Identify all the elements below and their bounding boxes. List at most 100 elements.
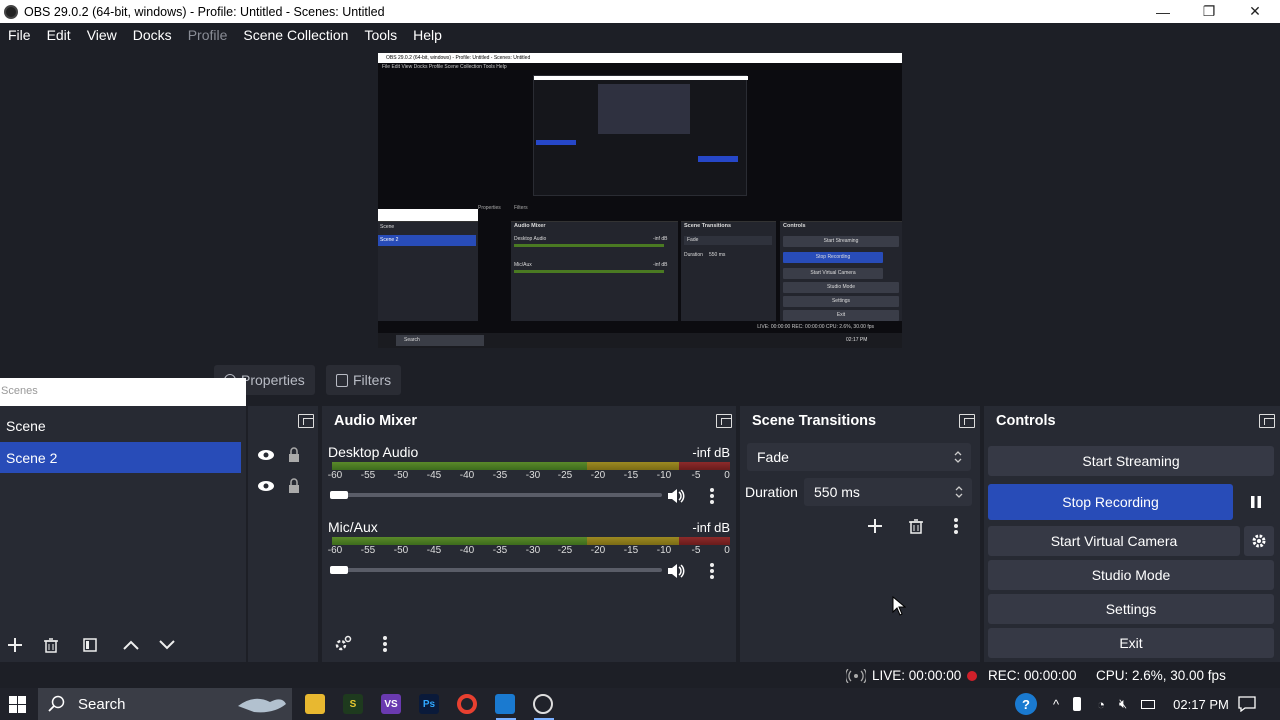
title-bar: OBS 29.0.2 (64-bit, windows) - Profile: … (0, 0, 1280, 23)
chevron-down-icon (159, 640, 175, 650)
volume-slider[interactable] (330, 491, 662, 499)
controls-title: Controls (996, 413, 1056, 429)
scenes-title: Scenes (1, 385, 38, 397)
help-icon[interactable]: ? (1015, 693, 1037, 715)
eye-icon[interactable] (257, 449, 275, 461)
chevron-up-icon[interactable]: ^ (1053, 697, 1059, 712)
file-explorer-icon[interactable] (305, 694, 325, 714)
duration-spinbox[interactable]: 550 ms (804, 478, 972, 506)
preview-canvas[interactable]: OBS 29.0.2 (64-bit, windows) - Profile: … (378, 53, 902, 348)
controls-dock: Controls Start Streaming Stop Recording … (984, 406, 1280, 662)
live-timer: LIVE: 00:00:00 (872, 668, 962, 683)
status-bar: LIVE: 00:00:00 REC: 00:00:00 CPU: 2.6%, … (0, 664, 1280, 688)
audio-mixer-title: Audio Mixer (334, 413, 417, 429)
exit-button[interactable]: Exit (988, 628, 1274, 658)
menu-bar: File Edit View Docks Profile Scene Colle… (0, 23, 1280, 47)
float-dock-icon[interactable] (298, 414, 314, 428)
sources-dock (248, 406, 318, 662)
microphone-icon[interactable] (1073, 697, 1082, 711)
slider-handle[interactable] (330, 491, 348, 499)
scene-item-selected[interactable]: Scene 2 (0, 442, 241, 473)
windows-taskbar: Search S VS Ps ? ^ ◔ 🔇︎ 02:17 PM (0, 688, 1280, 720)
menu-file[interactable]: File (0, 27, 39, 43)
plus-icon[interactable] (867, 518, 883, 534)
scene-filters-button[interactable] (77, 632, 103, 658)
gear-icon (1252, 534, 1266, 548)
volume-meter (332, 462, 730, 470)
notification-icon[interactable] (1238, 696, 1256, 712)
mixer-menu-icon[interactable] (383, 636, 387, 652)
lock-icon[interactable] (288, 478, 300, 494)
battery-icon[interactable] (1141, 699, 1156, 709)
chevron-up-icon (123, 640, 139, 650)
move-scene-down-button[interactable] (154, 632, 180, 658)
add-scene-button[interactable] (2, 632, 28, 658)
obs-taskbar-icon[interactable] (533, 694, 553, 714)
spin-arrows-icon (955, 486, 963, 498)
vscode-icon[interactable] (495, 694, 515, 714)
cpu-fps: CPU: 2.6%, 30.00 fps (1096, 668, 1226, 683)
windows-start-icon[interactable] (9, 696, 26, 713)
preview-menu: File Edit View Docks Profile Scene Colle… (382, 64, 507, 70)
chrome-icon[interactable] (457, 694, 477, 714)
advanced-audio-gear-icon[interactable] (334, 635, 352, 653)
plus-icon (8, 638, 22, 652)
scenes-dock-header[interactable]: Scenes (0, 378, 246, 406)
scene-transitions-title: Scene Transitions (752, 413, 877, 429)
float-dock-icon[interactable] (1259, 414, 1275, 428)
start-virtual-camera-button[interactable]: Start Virtual Camera (988, 526, 1240, 556)
channel-name: Mic/Aux (328, 519, 378, 535)
filter-icon (336, 373, 348, 387)
menu-tools[interactable]: Tools (356, 27, 405, 43)
mute-icon[interactable]: 🔇︎ (1119, 696, 1127, 712)
volume-meter (332, 537, 730, 545)
wifi-icon[interactable]: ◔ (1097, 697, 1105, 712)
pause-icon (1251, 496, 1261, 508)
close-button[interactable]: ✕ (1232, 0, 1278, 23)
transition-select[interactable]: Fade (747, 443, 971, 471)
minimize-button[interactable]: — (1140, 0, 1186, 23)
duration-label: Duration (745, 484, 798, 500)
preview-audio-mixer: Audio Mixer Desktop Audio -inf dB Mic/Au… (511, 221, 678, 321)
menu-profile[interactable]: Profile (180, 27, 236, 43)
studio-mode-button[interactable]: Studio Mode (988, 560, 1274, 590)
virtual-camera-settings-button[interactable] (1244, 526, 1274, 556)
taskbar-search-box[interactable]: Search (38, 688, 292, 720)
menu-docks[interactable]: Docks (125, 27, 180, 43)
settings-button[interactable]: Settings (988, 594, 1274, 624)
clock[interactable]: 02:17 PM (1173, 697, 1229, 712)
photoshop-icon[interactable]: Ps (419, 694, 439, 714)
rec-dot-icon (967, 671, 977, 681)
scene-item[interactable]: Scene (0, 410, 241, 441)
slider-handle[interactable] (330, 566, 348, 574)
restore-button[interactable]: ❐ (1186, 0, 1232, 23)
channel-menu-icon[interactable] (710, 488, 714, 504)
preview-title: OBS 29.0.2 (64-bit, windows) - Profile: … (378, 53, 902, 63)
scene-transitions-dock: Scene Transitions Fade Duration 550 ms (740, 406, 980, 662)
preview-status: LIVE: 00:00:00 REC: 00:00:00 CPU: 2.6%, … (757, 324, 874, 330)
float-dock-icon[interactable] (959, 414, 975, 428)
tab-filters[interactable]: Filters (326, 365, 402, 395)
menu-scene-collection[interactable]: Scene Collection (235, 27, 356, 43)
start-streaming-button[interactable]: Start Streaming (988, 446, 1274, 476)
float-dock-icon[interactable] (716, 414, 732, 428)
menu-help[interactable]: Help (405, 27, 450, 43)
visual-studio-icon[interactable]: VS (381, 694, 401, 714)
sticky-app-icon[interactable]: S (343, 694, 363, 714)
menu-view[interactable]: View (79, 27, 125, 43)
obs-logo-icon (4, 4, 18, 19)
search-icon (48, 695, 65, 712)
transition-menu-icon[interactable] (954, 518, 958, 534)
menu-edit[interactable]: Edit (39, 27, 79, 43)
lock-icon[interactable] (288, 447, 300, 463)
volume-slider[interactable] (330, 566, 662, 574)
eye-icon[interactable] (257, 480, 275, 492)
stop-recording-button[interactable]: Stop Recording (988, 484, 1233, 520)
remove-scene-button[interactable] (38, 632, 64, 658)
move-scene-up-button[interactable] (118, 632, 144, 658)
speaker-icon[interactable] (667, 488, 685, 504)
speaker-icon[interactable] (667, 563, 685, 579)
channel-menu-icon[interactable] (710, 563, 714, 579)
trash-icon[interactable] (908, 518, 924, 534)
pause-recording-button[interactable] (1238, 489, 1274, 515)
